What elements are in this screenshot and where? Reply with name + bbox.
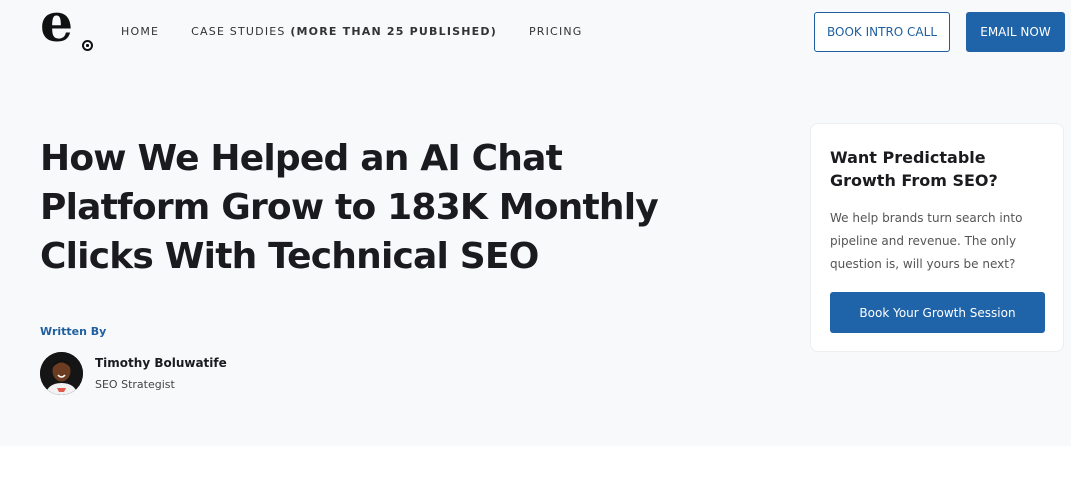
nav-case-studies-label: CASE STUDIES (191, 25, 286, 38)
written-by-label: Written By (40, 325, 107, 338)
nav-pricing[interactable]: PRICING (529, 25, 583, 38)
email-now-button[interactable]: EMAIL NOW (966, 12, 1065, 52)
cta-card: Want Predictable Growth From SEO? We hel… (810, 123, 1064, 352)
author-role: SEO Strategist (95, 378, 175, 391)
nav-home[interactable]: HOME (121, 25, 159, 38)
nav-case-studies[interactable]: CASE STUDIES (MORE THAN 25 PUBLISHED) (191, 25, 497, 38)
page-title: How We Helped an AI Chat Platform Grow t… (40, 138, 659, 277)
author-name[interactable]: Timothy Boluwatife (95, 356, 227, 370)
cta-card-title: Want Predictable Growth From SEO? (830, 148, 998, 190)
book-intro-call-button[interactable]: BOOK INTRO CALL (814, 12, 950, 52)
author-avatar (40, 352, 83, 395)
main-nav: HOME CASE STUDIES (MORE THAN 25 PUBLISHE… (121, 25, 615, 38)
cta-card-text: We help brands turn search into pipeline… (830, 211, 1023, 271)
site-logo[interactable]: e (40, 0, 96, 56)
book-growth-session-button[interactable]: Book Your Growth Session (830, 292, 1045, 333)
logo-mark-icon (82, 40, 93, 51)
logo-letter: e (40, 0, 74, 54)
nav-case-studies-note: (MORE THAN 25 PUBLISHED) (290, 25, 497, 38)
